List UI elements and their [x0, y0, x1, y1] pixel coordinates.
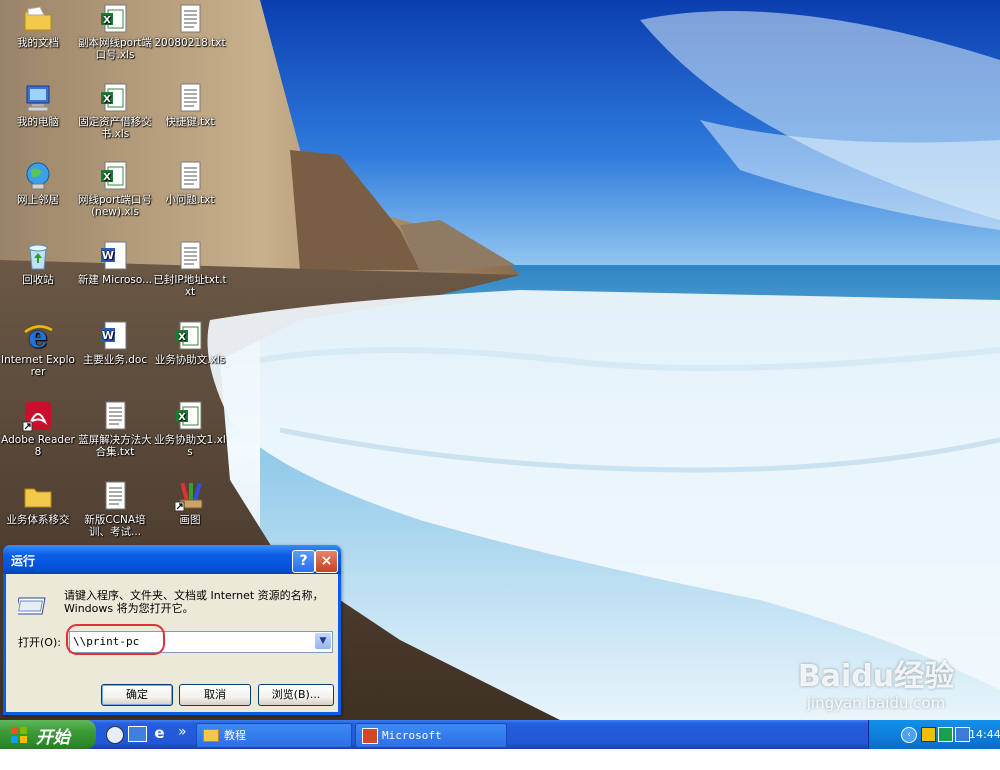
- task-button-powerpoint[interactable]: Microsoft PowerP...: [355, 723, 507, 765]
- desktop-icon-xls-port-copy[interactable]: X 副本网线port端口号.xls: [77, 3, 153, 61]
- svg-text:W: W: [102, 249, 114, 262]
- desktop-icon-business-assist1-xls[interactable]: X 业务协助文1.xls: [152, 400, 228, 458]
- desktop-icon-questions-txt[interactable]: 小问题.txt: [152, 160, 228, 206]
- network-globe-icon: [22, 160, 54, 192]
- ok-button[interactable]: 确定: [101, 684, 173, 706]
- tray-network-icon[interactable]: [955, 727, 970, 742]
- computer-icon: [22, 82, 54, 114]
- paint-icon: [174, 480, 206, 512]
- run-dialog: 运行 ? × 请键入程序、文件夹、文档或 Internet 资源的名称，Wind…: [3, 545, 341, 715]
- text-file-icon: [174, 82, 206, 114]
- open-label: 打开(O):: [18, 636, 61, 649]
- desktop-icon-recycle-bin[interactable]: 回收站: [0, 240, 76, 286]
- desktop-icon-blocked-ip-txt[interactable]: 已封IP地址txt.txt: [152, 240, 228, 298]
- run-dialog-title: 运行: [11, 554, 36, 568]
- excel-file-icon: X: [174, 400, 206, 432]
- ie-icon: e: [22, 320, 54, 355]
- folder-icon: [22, 3, 54, 35]
- word-file-icon: W: [99, 320, 131, 352]
- start-label: 开始: [36, 728, 70, 748]
- chevron-down-icon[interactable]: ▼: [315, 633, 331, 649]
- desktop-icon-xls-assets[interactable]: X 固定资产借移交书.xls: [77, 82, 153, 140]
- task-label: 教程: [224, 729, 246, 742]
- desktop-icon-main-business-doc[interactable]: W 主要业务.doc: [77, 320, 153, 366]
- desktop-icon-my-computer[interactable]: 我的电脑: [0, 82, 76, 128]
- quicklaunch-media-icon[interactable]: [106, 726, 124, 744]
- desktop-icon-new-word[interactable]: W 新建 Microso...: [77, 240, 153, 286]
- open-input-highlight: [66, 624, 165, 655]
- run-dialog-description: 请键入程序、文件夹、文档或 Internet 资源的名称，Windows 将为您…: [64, 589, 324, 615]
- folder-icon: [22, 480, 54, 512]
- tray-security-icon[interactable]: [921, 727, 936, 742]
- desktop-icon-business-folder[interactable]: 业务体系移交: [0, 480, 76, 526]
- svg-text:e: e: [28, 320, 47, 352]
- adobe-reader-icon: [22, 400, 54, 432]
- tray-chevron-icon[interactable]: ‹: [901, 727, 917, 743]
- quicklaunch-desktop-icon[interactable]: [128, 726, 147, 742]
- desktop: 我的文档 我的电脑 网上邻居 回收站 e Internet Explorer A…: [0, 0, 1000, 720]
- recycle-bin-icon: [22, 240, 54, 272]
- help-button[interactable]: ?: [292, 550, 315, 573]
- desktop-icon-shortcuts-txt[interactable]: 快捷键.txt: [152, 82, 228, 128]
- desktop-icon-20080218-txt[interactable]: 20080218.txt: [152, 3, 228, 49]
- quicklaunch-more-chevron[interactable]: »: [178, 724, 187, 740]
- svg-text:X: X: [178, 332, 186, 343]
- desktop-icon-business-assist-xls[interactable]: X 业务协助文.xls: [152, 320, 228, 366]
- browse-button[interactable]: 浏览(B)...: [258, 684, 334, 706]
- baidu-watermark-brand: Baidu经验: [797, 659, 955, 694]
- svg-text:X: X: [178, 412, 186, 423]
- desktop-icon-ccna-txt[interactable]: 新版CCNA培训、考试...: [77, 480, 153, 538]
- task-button-tutorial[interactable]: 教程: [196, 723, 352, 748]
- baidu-watermark: Baidu经验 jingyan.baidu.com: [766, 659, 986, 713]
- excel-file-icon: X: [99, 82, 131, 114]
- cancel-button[interactable]: 取消: [179, 684, 251, 706]
- desktop-icon-network[interactable]: 网上邻居: [0, 160, 76, 206]
- clock: 14:44: [969, 728, 1000, 741]
- desktop-icon-my-documents[interactable]: 我的文档: [0, 3, 76, 49]
- svg-text:X: X: [103, 15, 111, 26]
- desktop-icon-bluescreen-txt[interactable]: 蓝屏解决方法大合集.txt: [77, 400, 153, 458]
- taskbar: 开始 e » 教程 Microsoft PowerP... ‹ 14:44: [0, 720, 1000, 765]
- folder-icon: [203, 729, 219, 742]
- text-file-icon: [99, 480, 131, 512]
- run-dialog-body: 请键入程序、文件夹、文档或 Internet 资源的名称，Windows 将为您…: [6, 574, 338, 712]
- desktop-icon-adobe-reader[interactable]: Adobe Reader 8: [0, 400, 76, 458]
- run-dialog-titlebar[interactable]: 运行 ? ×: [3, 545, 341, 574]
- windows-logo-icon: [10, 726, 28, 744]
- svg-text:X: X: [103, 172, 111, 183]
- powerpoint-icon: [362, 728, 378, 744]
- excel-file-icon: X: [99, 3, 131, 35]
- excel-file-icon: X: [174, 320, 206, 352]
- desktop-icon-paint[interactable]: 画图: [152, 480, 228, 526]
- excel-file-icon: X: [99, 160, 131, 192]
- text-file-icon: [174, 3, 206, 35]
- quicklaunch-ie-icon[interactable]: e: [151, 725, 168, 742]
- run-program-icon: [15, 592, 50, 620]
- baidu-watermark-url: jingyan.baidu.com: [806, 694, 946, 712]
- text-file-icon: [174, 240, 206, 272]
- start-button[interactable]: 开始: [0, 720, 96, 749]
- svg-text:X: X: [103, 94, 111, 105]
- text-file-icon: [99, 400, 131, 432]
- desktop-icon-internet-explorer[interactable]: e Internet Explorer: [0, 320, 76, 378]
- tray-app-icon[interactable]: [938, 727, 953, 742]
- desktop-icon-xls-port-new[interactable]: X 网线port端口号(new).xls: [77, 160, 153, 218]
- close-button[interactable]: ×: [315, 550, 338, 573]
- text-file-icon: [174, 160, 206, 192]
- word-file-icon: W: [99, 240, 131, 272]
- task-label: Microsoft PowerP...: [382, 729, 442, 765]
- svg-text:W: W: [102, 329, 114, 342]
- system-tray: ‹ 14:44: [868, 720, 1000, 749]
